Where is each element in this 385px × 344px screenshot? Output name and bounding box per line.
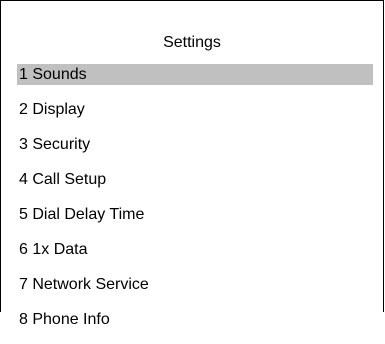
menu-item-call-setup[interactable]: 4 Call Setup xyxy=(17,169,373,190)
menu-item-network-service[interactable]: 7 Network Service xyxy=(17,274,373,295)
menu-item-phone-info[interactable]: 8 Phone Info xyxy=(17,309,373,330)
screen-title: Settings xyxy=(163,34,221,51)
menu-item-dial-delay-time[interactable]: 5 Dial Delay Time xyxy=(17,204,373,225)
settings-menu: 1 Sounds 2 Display 3 Security 4 Call Set… xyxy=(17,64,373,344)
menu-item-sounds[interactable]: 1 Sounds xyxy=(17,64,373,85)
menu-item-display[interactable]: 2 Display xyxy=(17,99,373,120)
menu-item-security[interactable]: 3 Security xyxy=(17,134,373,155)
menu-item-1x-data[interactable]: 6 1x Data xyxy=(17,239,373,260)
